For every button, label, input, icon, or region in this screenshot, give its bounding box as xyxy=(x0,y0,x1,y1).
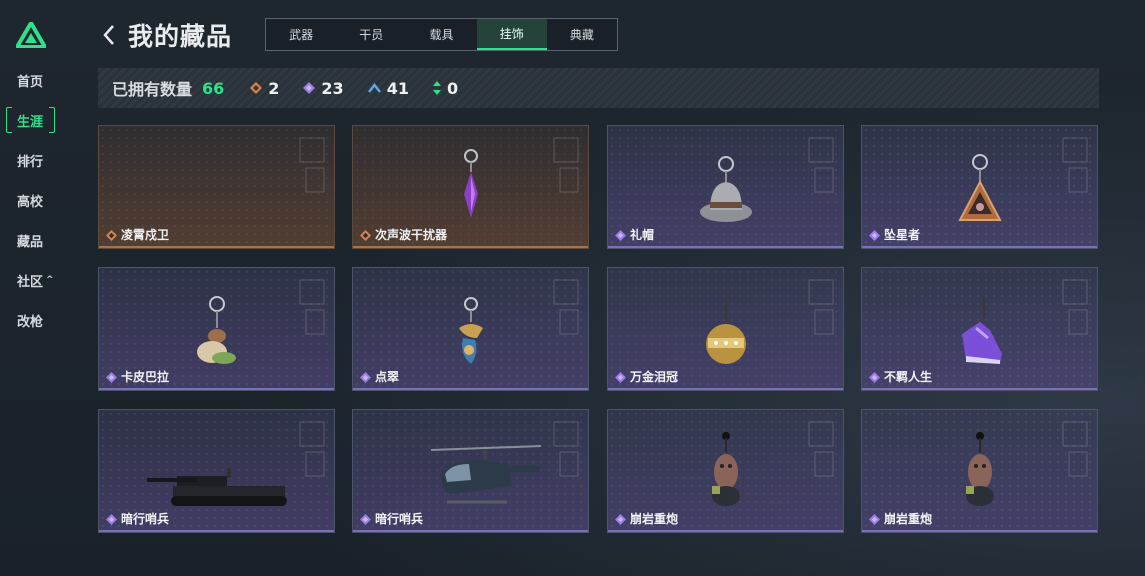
owned-count-label: 已拥有数量 xyxy=(112,80,193,99)
stat-value: 23 xyxy=(321,78,344,98)
sidebar-item-ranking[interactable]: 排行 xyxy=(0,149,62,171)
chevron-left-icon xyxy=(103,25,114,45)
purple-diamond-icon xyxy=(303,82,316,94)
card-name: 卡皮巴拉 xyxy=(121,370,170,384)
card-name: 点翠 xyxy=(375,370,400,384)
collection-card[interactable]: 不羁人生 xyxy=(861,267,1098,391)
page-title: 我的藏品 xyxy=(128,22,233,51)
sidebar-item-label: 社区 xyxy=(17,274,44,290)
purple-diamond-icon xyxy=(360,372,371,383)
card-name: 礼帽 xyxy=(630,228,655,242)
charm-image-triangle xyxy=(862,126,1097,226)
page-header: 我的藏品 xyxy=(100,18,232,52)
stat-orange: 2 xyxy=(250,79,279,98)
collection-card[interactable]: 崩岩重炮 xyxy=(607,409,844,533)
green-arrows-icon xyxy=(432,81,441,95)
collection-card[interactable]: 暗行哨兵 xyxy=(352,409,589,533)
orange-diamond-icon xyxy=(360,230,371,241)
charm-image-crystal xyxy=(353,126,588,226)
charm-image-figure xyxy=(608,410,843,510)
purple-diamond-icon xyxy=(615,514,626,525)
card-name: 凌霄戍卫 xyxy=(121,228,170,242)
card-name: 次声波干扰器 xyxy=(375,228,448,242)
category-tabs: 武器 干员 载具 挂饰 典藏 xyxy=(265,18,618,51)
owned-count-bar: 已拥有数量 66 2 23 41 0 xyxy=(98,68,1099,108)
sidebar-item-home[interactable]: 首页 xyxy=(0,69,62,91)
tab-weapons[interactable]: 武器 xyxy=(266,19,336,50)
purple-diamond-icon xyxy=(615,230,626,241)
collection-card[interactable]: 礼帽 xyxy=(607,125,844,249)
tab-charms[interactable]: 挂饰 xyxy=(476,19,547,50)
collection-card[interactable]: 卡皮巴拉 xyxy=(98,267,335,391)
orange-diamond-icon xyxy=(106,230,117,241)
stat-purple: 23 xyxy=(303,78,344,98)
sidebar-item-college[interactable]: 高校 xyxy=(0,189,62,211)
tab-vehicles[interactable]: 载具 xyxy=(406,19,476,50)
collection-card[interactable]: 崩岩重炮 xyxy=(861,409,1098,533)
chevron-up-icon: ^ xyxy=(46,275,54,285)
card-name: 万金泪冠 xyxy=(630,370,679,384)
card-name: 崩岩重炮 xyxy=(630,512,679,526)
card-pattern-decoration xyxy=(299,137,325,193)
collection-card[interactable]: 次声波干扰器 xyxy=(352,125,589,249)
purple-diamond-icon xyxy=(360,514,371,525)
tab-operators[interactable]: 干员 xyxy=(336,19,406,50)
purple-diamond-icon xyxy=(106,514,117,525)
sidebar-item-gunsmith[interactable]: 改枪 xyxy=(0,309,62,331)
sidebar-item-label: 藏品 xyxy=(17,234,44,250)
blue-chevron-icon xyxy=(367,83,381,93)
stat-green: 0 xyxy=(432,78,459,98)
card-name: 暗行哨兵 xyxy=(375,512,424,526)
vehicle-image-tank xyxy=(99,410,334,510)
back-button[interactable] xyxy=(100,23,118,47)
owned-total: 66 xyxy=(202,78,225,98)
sidebar-item-community[interactable]: 社区 ^ xyxy=(0,269,62,291)
charm-image-figure xyxy=(862,410,1097,510)
collection-card[interactable]: 万金泪冠 xyxy=(607,267,844,391)
stat-value: 0 xyxy=(446,78,459,98)
sidebar-item-label: 排行 xyxy=(17,154,44,170)
charm-image-sneaker xyxy=(862,268,1097,368)
collection-card[interactable]: 坠星者 xyxy=(861,125,1098,249)
card-name: 暗行哨兵 xyxy=(121,512,170,526)
app-logo-icon[interactable] xyxy=(16,22,46,48)
collection-card[interactable]: 点翠 xyxy=(352,267,589,391)
stat-value: 41 xyxy=(386,78,409,98)
charm-image-capybara xyxy=(99,268,334,368)
card-name: 不羁人生 xyxy=(884,370,933,384)
sidebar-item-label: 改枪 xyxy=(17,314,44,330)
purple-diamond-icon xyxy=(869,514,880,525)
sidebar: 首页 生涯 排行 高校 藏品 社区 ^ 改枪 xyxy=(0,0,62,576)
purple-diamond-icon xyxy=(869,230,880,241)
charm-image-bird xyxy=(353,268,588,368)
sidebar-item-career[interactable]: 生涯 xyxy=(0,109,62,131)
stat-value: 2 xyxy=(268,78,280,98)
orange-diamond-icon xyxy=(250,82,263,94)
sidebar-item-collection[interactable]: 藏品 xyxy=(0,229,62,251)
card-name: 坠星者 xyxy=(884,228,921,242)
charm-image-crown xyxy=(608,268,843,368)
stat-blue: 41 xyxy=(367,78,409,98)
vehicle-image-helicopter xyxy=(353,410,588,510)
purple-diamond-icon xyxy=(106,372,117,383)
purple-diamond-icon xyxy=(615,372,626,383)
sidebar-item-label: 生涯 xyxy=(17,114,44,130)
tab-collector[interactable]: 典藏 xyxy=(547,19,617,50)
card-name: 崩岩重炮 xyxy=(884,512,933,526)
collection-card[interactable]: 暗行哨兵 xyxy=(98,409,335,533)
charm-image-hat xyxy=(608,126,843,226)
purple-diamond-icon xyxy=(869,372,880,383)
collection-card[interactable]: 凌霄戍卫 xyxy=(98,125,335,249)
sidebar-item-label: 首页 xyxy=(17,74,44,90)
sidebar-item-label: 高校 xyxy=(17,194,44,210)
